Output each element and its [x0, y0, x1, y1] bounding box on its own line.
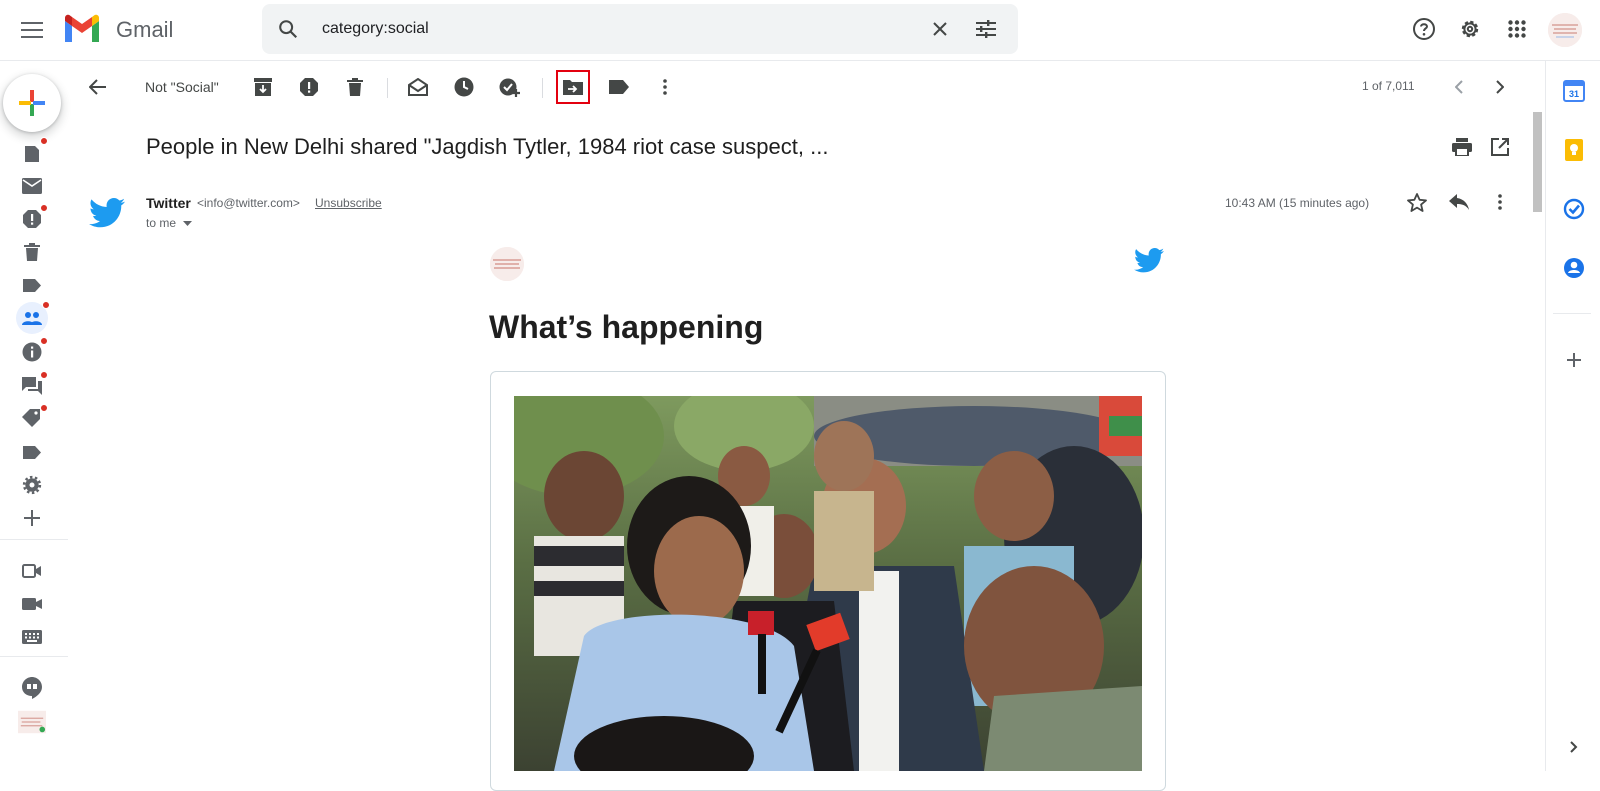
- hangouts-contact-avatar[interactable]: [18, 708, 46, 736]
- tweet-photo[interactable]: [514, 396, 1142, 771]
- rail-divider: [0, 539, 68, 540]
- report-spam-icon[interactable]: [296, 74, 322, 100]
- calendar-icon[interactable]: 31: [1561, 78, 1587, 104]
- snooze-clock-icon[interactable]: [451, 74, 477, 100]
- more-options-icon[interactable]: [652, 74, 678, 100]
- move-to-highlight-box: [556, 70, 590, 104]
- archive-icon[interactable]: [250, 74, 276, 100]
- rail-divider: [0, 656, 68, 657]
- create-label-plus-icon[interactable]: [18, 504, 46, 532]
- star-icon[interactable]: [1404, 189, 1430, 215]
- email-subject: People in New Delhi shared "Jagdish Tytl…: [146, 134, 829, 159]
- contacts-icon[interactable]: [1561, 255, 1587, 281]
- all-mail-icon[interactable]: [18, 172, 46, 200]
- notification-dot: [42, 301, 50, 309]
- social-category-icon[interactable]: [16, 301, 50, 334]
- notification-dot: [40, 337, 48, 345]
- unsubscribe-link[interactable]: Unsubscribe: [315, 196, 382, 210]
- forums-category-icon[interactable]: [18, 371, 48, 400]
- notification-dot: [40, 371, 48, 379]
- trash-icon[interactable]: [18, 238, 46, 266]
- notification-dot: [40, 204, 48, 212]
- promotions-category-icon[interactable]: [18, 404, 48, 433]
- meet-new-meeting-icon[interactable]: [18, 557, 46, 585]
- notification-dot: [40, 137, 48, 145]
- search-input[interactable]: [322, 4, 882, 54]
- caret-down-icon: [183, 221, 193, 227]
- labels-icon[interactable]: [606, 74, 632, 100]
- search-icon[interactable]: [276, 17, 300, 41]
- account-avatar[interactable]: [1548, 13, 1582, 47]
- drafts-icon[interactable]: [18, 137, 48, 168]
- twitter-bird-icon: [87, 193, 127, 233]
- message-more-options-icon[interactable]: [1487, 189, 1513, 215]
- side-panel-divider: [1553, 313, 1591, 314]
- newer-chevron-left-icon[interactable]: [1446, 74, 1472, 100]
- recipient-profile-avatar: [490, 247, 524, 281]
- app-name[interactable]: Gmail: [116, 17, 173, 43]
- side-panel: [1545, 61, 1600, 771]
- keyboard-icon[interactable]: [18, 623, 46, 651]
- google-apps-icon[interactable]: [1504, 16, 1530, 42]
- hangouts-icon[interactable]: [18, 674, 46, 702]
- sender-name: Twitter: [146, 195, 191, 211]
- spam-icon[interactable]: [18, 204, 48, 233]
- compose-button[interactable]: [3, 74, 61, 132]
- email-timestamp: 10:43 AM (15 minutes ago): [1225, 196, 1370, 210]
- add-to-tasks-icon[interactable]: [497, 74, 523, 100]
- open-new-window-icon[interactable]: [1487, 134, 1513, 160]
- updates-category-icon[interactable]: [18, 337, 48, 366]
- message-scrollbar[interactable]: [1533, 112, 1542, 212]
- mark-unread-icon[interactable]: [405, 74, 431, 100]
- pagination-count: 1 of 7,011: [1362, 79, 1415, 93]
- older-chevron-right-icon[interactable]: [1487, 74, 1513, 100]
- twitter-logo-icon: [1133, 245, 1165, 275]
- top-header: Gmail: [0, 0, 1600, 61]
- calendar-day-number: 31: [1569, 89, 1579, 99]
- tasks-icon[interactable]: [1561, 196, 1587, 222]
- sender-email: <info@twitter.com>: [197, 196, 300, 210]
- manage-labels-gear-icon[interactable]: [18, 471, 46, 499]
- search-bar: [262, 4, 1018, 54]
- settings-gear-icon[interactable]: [1457, 16, 1483, 42]
- print-icon[interactable]: [1449, 134, 1475, 160]
- search-options-icon[interactable]: [974, 17, 998, 41]
- recipient-details-toggle[interactable]: to me: [146, 216, 193, 230]
- label-icon[interactable]: [18, 271, 46, 299]
- recipient-label: to me: [146, 216, 177, 230]
- notification-dot: [40, 404, 48, 412]
- keep-icon[interactable]: [1561, 137, 1587, 163]
- main-menu-icon[interactable]: [16, 14, 48, 46]
- get-addons-plus-icon[interactable]: [1561, 347, 1587, 373]
- meet-join-meeting-icon[interactable]: [18, 590, 46, 618]
- clear-search-icon[interactable]: [928, 17, 952, 41]
- label-icon[interactable]: [18, 438, 46, 466]
- show-side-panel-chevron-icon[interactable]: [1561, 734, 1587, 760]
- gmail-logo-icon[interactable]: [62, 12, 102, 44]
- toolbar-divider: [542, 78, 543, 98]
- email-headline: What’s happening: [489, 309, 764, 345]
- delete-icon[interactable]: [342, 74, 368, 100]
- not-social-button[interactable]: Not "Social": [145, 79, 219, 95]
- back-arrow-icon[interactable]: [85, 74, 111, 100]
- toolbar-divider: [387, 78, 388, 98]
- help-icon[interactable]: [1411, 16, 1437, 42]
- reply-icon[interactable]: [1446, 189, 1472, 215]
